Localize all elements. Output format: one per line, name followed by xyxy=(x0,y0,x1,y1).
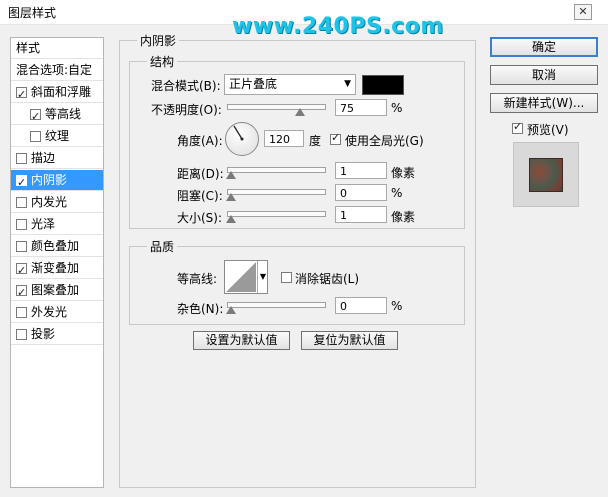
opacity-slider-thumb[interactable] xyxy=(294,108,305,116)
noise-unit: % xyxy=(391,299,403,313)
angle-dial[interactable] xyxy=(225,122,259,156)
style-item-checkbox[interactable] xyxy=(16,84,27,105)
style-item-label: 内发光 xyxy=(31,195,68,209)
style-item-label: 颜色叠加 xyxy=(31,239,80,253)
set-default-button[interactable]: 设置为默认值 xyxy=(193,331,290,350)
style-item[interactable]: 内阴影 xyxy=(11,170,103,193)
inner-shadow-title: 内阴影 xyxy=(137,32,180,49)
style-item-label: 外发光 xyxy=(31,305,68,319)
style-item-checkbox[interactable] xyxy=(16,172,27,193)
distance-unit: 像素 xyxy=(391,166,416,180)
style-item-checkbox[interactable] xyxy=(16,282,27,303)
opacity-unit: % xyxy=(391,101,403,115)
styles-header[interactable]: 样式 xyxy=(11,38,103,59)
style-item[interactable]: 光泽 xyxy=(11,214,103,235)
opacity-slider[interactable] xyxy=(227,104,326,110)
shadow-color-swatch[interactable] xyxy=(362,75,404,95)
distance-input[interactable]: 1 xyxy=(335,162,387,179)
global-light-checkbox[interactable] xyxy=(330,131,341,145)
opacity-label: 不透明度(O): xyxy=(151,103,222,117)
style-item-checkbox[interactable] xyxy=(16,153,27,164)
new-style-button[interactable]: 新建样式(W)... xyxy=(490,93,598,113)
preview-label: 预览(V) xyxy=(527,123,569,137)
choke-slider[interactable] xyxy=(227,189,326,195)
size-label: 大小(S): xyxy=(177,211,223,225)
blend-options-label: 混合选项:自定 xyxy=(16,63,93,77)
distance-label: 距离(D): xyxy=(177,167,224,181)
angle-label: 角度(A): xyxy=(177,134,223,148)
antialias-label: 消除锯齿(L) xyxy=(295,272,360,286)
preview-checkbox[interactable] xyxy=(512,120,523,134)
angle-needle-icon xyxy=(233,125,244,141)
size-slider[interactable] xyxy=(227,211,326,217)
distance-slider[interactable] xyxy=(227,167,326,173)
contour-linear-icon xyxy=(226,262,256,292)
style-item[interactable]: 斜面和浮雕 xyxy=(11,82,103,105)
style-item-checkbox[interactable] xyxy=(30,106,41,127)
style-item[interactable]: 图案叠加 xyxy=(11,280,103,303)
style-item-label: 图案叠加 xyxy=(31,283,80,297)
style-item-checkbox[interactable] xyxy=(16,329,27,340)
blend-mode-select[interactable]: 正片叠底 ▼ xyxy=(224,74,356,95)
blend-mode-value: 正片叠底 xyxy=(229,77,278,91)
style-item[interactable]: 纹理 xyxy=(11,126,103,147)
choke-slider-thumb[interactable] xyxy=(226,193,236,201)
size-slider-thumb[interactable] xyxy=(226,215,236,223)
structure-title: 结构 xyxy=(147,53,178,70)
quality-title: 品质 xyxy=(147,238,178,255)
style-item[interactable]: 渐变叠加 xyxy=(11,258,103,281)
style-item-label: 纹理 xyxy=(45,129,70,143)
noise-label: 杂色(N): xyxy=(177,302,224,316)
blend-mode-label: 混合模式(B): xyxy=(151,79,221,93)
style-item[interactable]: 描边 xyxy=(11,148,103,169)
texture-swatch-image xyxy=(529,158,563,192)
close-button[interactable]: ✕ xyxy=(574,4,592,20)
distance-slider-thumb[interactable] xyxy=(226,171,236,179)
style-item-checkbox[interactable] xyxy=(16,197,27,208)
choke-label: 阻塞(C): xyxy=(177,189,223,203)
angle-unit: 度 xyxy=(309,134,322,148)
cancel-button[interactable]: 取消 xyxy=(490,65,598,85)
contour-dropdown-icon[interactable]: ▼ xyxy=(257,261,268,293)
size-unit: 像素 xyxy=(391,210,416,224)
noise-slider-thumb[interactable] xyxy=(226,306,236,314)
window-title: 图层样式 xyxy=(8,6,57,20)
style-item-checkbox[interactable] xyxy=(16,241,27,252)
contour-picker[interactable]: ▼ xyxy=(224,260,268,294)
opacity-input[interactable]: 75 xyxy=(335,99,387,116)
antialias-checkbox[interactable] xyxy=(281,272,292,283)
style-item[interactable]: 内发光 xyxy=(11,192,103,213)
size-input[interactable]: 1 xyxy=(335,206,387,223)
choke-input[interactable]: 0 xyxy=(335,184,387,201)
style-item[interactable]: 外发光 xyxy=(11,302,103,323)
style-item[interactable]: 颜色叠加 xyxy=(11,236,103,257)
blend-options-item[interactable]: 混合选项:自定 xyxy=(11,60,103,81)
watermark: www.240PS.com xyxy=(232,14,444,39)
noise-slider[interactable] xyxy=(227,302,326,308)
style-item-checkbox[interactable] xyxy=(16,260,27,281)
style-item-label: 投影 xyxy=(31,327,56,341)
chevron-down-icon: ▼ xyxy=(344,79,351,89)
style-item-checkbox[interactable] xyxy=(16,307,27,318)
style-item-checkbox[interactable] xyxy=(30,131,41,142)
style-item-label: 等高线 xyxy=(45,107,82,121)
style-item-label: 内阴影 xyxy=(31,173,68,187)
style-item[interactable]: 投影 xyxy=(11,324,103,345)
global-light-label: 使用全局光(G) xyxy=(345,134,424,148)
style-item[interactable]: 等高线 xyxy=(11,104,103,127)
style-item-label: 渐变叠加 xyxy=(31,261,80,275)
ok-button[interactable]: 确定 xyxy=(490,37,598,57)
style-item-label: 光泽 xyxy=(31,217,56,231)
reset-default-button[interactable]: 复位为默认值 xyxy=(301,331,398,350)
contour-label: 等高线: xyxy=(177,272,218,286)
styles-header-label: 样式 xyxy=(16,41,41,55)
choke-unit: % xyxy=(391,186,403,200)
style-item-checkbox[interactable] xyxy=(16,219,27,230)
styles-list: 样式 混合选项:自定 斜面和浮雕等高线纹理描边内阴影内发光光泽颜色叠加渐变叠加图… xyxy=(10,37,104,488)
style-item-label: 斜面和浮雕 xyxy=(31,85,92,99)
noise-input[interactable]: 0 xyxy=(335,297,387,314)
style-item-label: 描边 xyxy=(31,151,56,165)
preview-thumbnail xyxy=(513,142,579,207)
angle-input[interactable]: 120 xyxy=(264,130,304,147)
